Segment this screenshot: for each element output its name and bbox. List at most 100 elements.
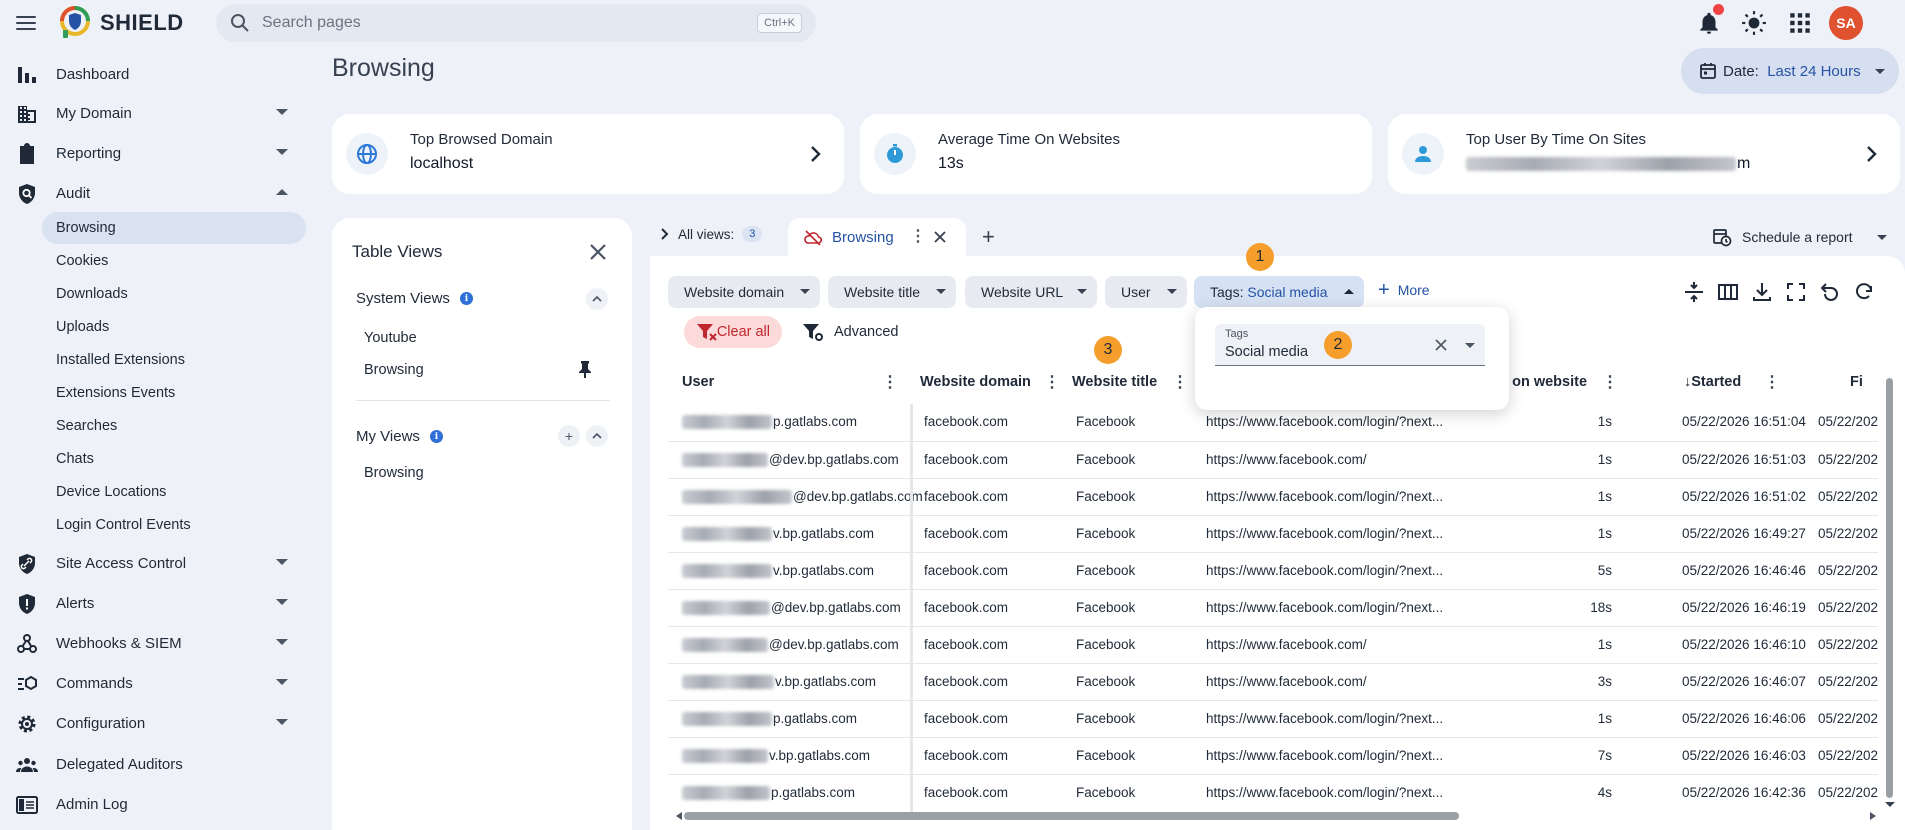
horizontal-scroll-thumb[interactable]: [684, 812, 1459, 820]
sidebar-item-dashboard[interactable]: Dashboard: [0, 54, 316, 94]
kpi-card-average-time[interactable]: Average Time On Websites 13s: [860, 114, 1372, 194]
cell-user: v.bp.gatlabs.com: [682, 674, 876, 690]
add-view-button[interactable]: +: [558, 425, 580, 447]
info-icon[interactable]: i: [429, 430, 443, 443]
sidebar-subitem-searches[interactable]: Searches: [42, 410, 306, 442]
cell-time-on-website: 18s: [1590, 600, 1612, 615]
tab-browsing[interactable]: Browsing ⋮: [788, 218, 966, 256]
advanced-filter-button[interactable]: Advanced: [802, 322, 899, 342]
table-row[interactable]: v.bp.gatlabs.com facebook.com Facebook http…: [668, 515, 1878, 552]
sidebar-item-my-domain[interactable]: My Domain: [0, 93, 316, 133]
theme-toggle-button[interactable]: [1741, 10, 1767, 36]
table-row[interactable]: v.bp.gatlabs.com facebook.com Facebook http…: [668, 552, 1878, 589]
column-header-finished[interactable]: Fi: [1850, 372, 1863, 392]
vertical-scrollbar[interactable]: [1884, 378, 1895, 810]
sidebar-item-admin-log[interactable]: Admin Log: [0, 784, 316, 824]
kebab-menu-icon[interactable]: ⋮: [1044, 372, 1060, 392]
search-bar[interactable]: Ctrl+K: [216, 4, 816, 42]
kpi-card-top-user[interactable]: Top User By Time On Sites m: [1388, 114, 1900, 194]
filter-website-title[interactable]: Website title: [828, 276, 956, 308]
sidebar-subitem-login-control-events[interactable]: Login Control Events: [42, 509, 306, 541]
sidebar-subitem-uploads[interactable]: Uploads: [42, 311, 306, 343]
sidebar-subitem-chats[interactable]: Chats: [42, 443, 306, 475]
filter-user[interactable]: User: [1105, 276, 1187, 308]
scroll-left-icon[interactable]: [676, 812, 682, 820]
table-row[interactable]: v.bp.gatlabs.com facebook.com Facebook http…: [668, 737, 1878, 774]
vertical-scroll-thumb[interactable]: [1886, 378, 1893, 798]
cell-started: 05/22/2026 16:46:46: [1682, 563, 1806, 578]
close-tab-icon[interactable]: [934, 231, 946, 243]
column-header-website-title[interactable]: Website title ⋮: [1072, 372, 1188, 392]
info-icon[interactable]: i: [459, 292, 473, 305]
sidebar-item-reporting[interactable]: Reporting: [0, 133, 316, 173]
close-icon[interactable]: [586, 240, 610, 264]
apps-button[interactable]: [1787, 10, 1813, 36]
sidebar-subitem-browsing[interactable]: Browsing: [42, 212, 306, 244]
caret-down-icon[interactable]: [1876, 234, 1887, 240]
system-view-youtube[interactable]: Youtube: [364, 330, 417, 346]
my-view-browsing[interactable]: Browsing: [364, 465, 424, 481]
table-row[interactable]: @dev.bp.gatlabs.com facebook.com Facebook h…: [668, 441, 1878, 478]
sidebar-subitem-device-locations[interactable]: Device Locations: [42, 476, 306, 508]
kebab-menu-icon[interactable]: ⋮: [1602, 372, 1618, 392]
kebab-menu-icon[interactable]: ⋮: [1172, 372, 1188, 392]
sidebar-item-site-access-control[interactable]: Site Access Control: [0, 543, 316, 583]
sidebar-item-audit[interactable]: Audit: [0, 173, 316, 213]
sidebar-item-alerts[interactable]: Alerts: [0, 583, 316, 623]
collapse-system-views-button[interactable]: [586, 288, 608, 310]
notifications-button[interactable]: [1696, 4, 1724, 36]
sidebar-item-commands[interactable]: Commands: [0, 663, 316, 703]
all-views-button[interactable]: All views: 3: [660, 226, 763, 242]
column-header-user[interactable]: User ⋮: [682, 372, 898, 392]
download-icon[interactable]: [1750, 280, 1774, 304]
column-header-website-domain[interactable]: Website domain ⋮: [920, 372, 1060, 392]
kebab-menu-icon[interactable]: ⋮: [882, 372, 898, 392]
avatar[interactable]: SA: [1829, 6, 1863, 40]
columns-icon[interactable]: [1716, 280, 1740, 304]
caret-down-icon[interactable]: [1465, 343, 1475, 348]
pin-icon[interactable]: [578, 360, 592, 378]
sidebar-subitem-cookies[interactable]: Cookies: [42, 245, 306, 277]
add-tab-button[interactable]: +: [982, 224, 995, 250]
clear-all-filters-button[interactable]: Clear all: [684, 316, 782, 348]
system-view-browsing[interactable]: Browsing: [364, 362, 424, 378]
log-icon: [16, 796, 38, 814]
sidebar-item-configuration[interactable]: Configuration: [0, 703, 316, 743]
sidebar-item-webhooks-siem[interactable]: Webhooks & SIEM: [0, 623, 316, 663]
kpi-card-top-domain[interactable]: Top Browsed Domain localhost: [332, 114, 844, 194]
menu-icon[interactable]: [14, 12, 38, 34]
search-input[interactable]: [262, 12, 742, 34]
table-row[interactable]: @dev.bp.gatlabs.com facebook.com Facebook h…: [668, 589, 1878, 626]
horizontal-scrollbar[interactable]: [676, 810, 1876, 820]
density-icon[interactable]: [1682, 280, 1706, 304]
filter-website-domain[interactable]: Website domain: [668, 276, 820, 308]
kebab-menu-icon[interactable]: ⋮: [1764, 372, 1780, 392]
table-row[interactable]: p.gatlabs.com facebook.com Facebook https:/…: [668, 774, 1878, 811]
table-row[interactable]: v.bp.gatlabs.com facebook.com Facebook http…: [668, 663, 1878, 700]
column-header-started[interactable]: ↓ Started ⋮: [1684, 372, 1780, 392]
refresh-icon[interactable]: [1852, 280, 1876, 304]
sidebar-subitem-installed-extensions[interactable]: Installed Extensions: [42, 344, 306, 376]
cell-website-domain: facebook.com: [924, 563, 1009, 578]
table-row[interactable]: @dev.bp.gatlabs.com facebook.com Facebook h…: [668, 478, 1878, 515]
column-header-time-on-website[interactable]: e on website ⋮: [1500, 372, 1618, 392]
fullscreen-icon[interactable]: [1784, 280, 1808, 304]
chevron-up-icon: [276, 189, 288, 195]
kebab-menu-icon[interactable]: ⋮: [910, 226, 926, 246]
clear-icon[interactable]: [1435, 339, 1447, 351]
filter-website-url[interactable]: Website URL: [965, 276, 1097, 308]
scroll-right-icon[interactable]: [1870, 812, 1876, 820]
date-filter-button[interactable]: Date: Last 24 Hours: [1681, 48, 1899, 94]
schedule-report-button[interactable]: Schedule a report: [1712, 227, 1887, 247]
sidebar-subitem-downloads[interactable]: Downloads: [42, 278, 306, 310]
sidebar-item-delegated-auditors[interactable]: Delegated Auditors: [0, 744, 316, 784]
collapse-my-views-button[interactable]: [586, 425, 608, 447]
undo-icon[interactable]: [1818, 280, 1842, 304]
table-row[interactable]: @dev.bp.gatlabs.com facebook.com Facebook h…: [668, 626, 1878, 663]
table-body: p.gatlabs.com facebook.com Facebook https:/…: [668, 404, 1878, 814]
more-filters-button[interactable]: + More: [1378, 280, 1430, 300]
scroll-down-icon[interactable]: [1885, 802, 1895, 807]
table-row[interactable]: p.gatlabs.com facebook.com Facebook https:/…: [668, 700, 1878, 737]
filter-tags[interactable]: Tags: Social media: [1194, 276, 1364, 308]
sidebar-subitem-extensions-events[interactable]: Extensions Events: [42, 377, 306, 409]
